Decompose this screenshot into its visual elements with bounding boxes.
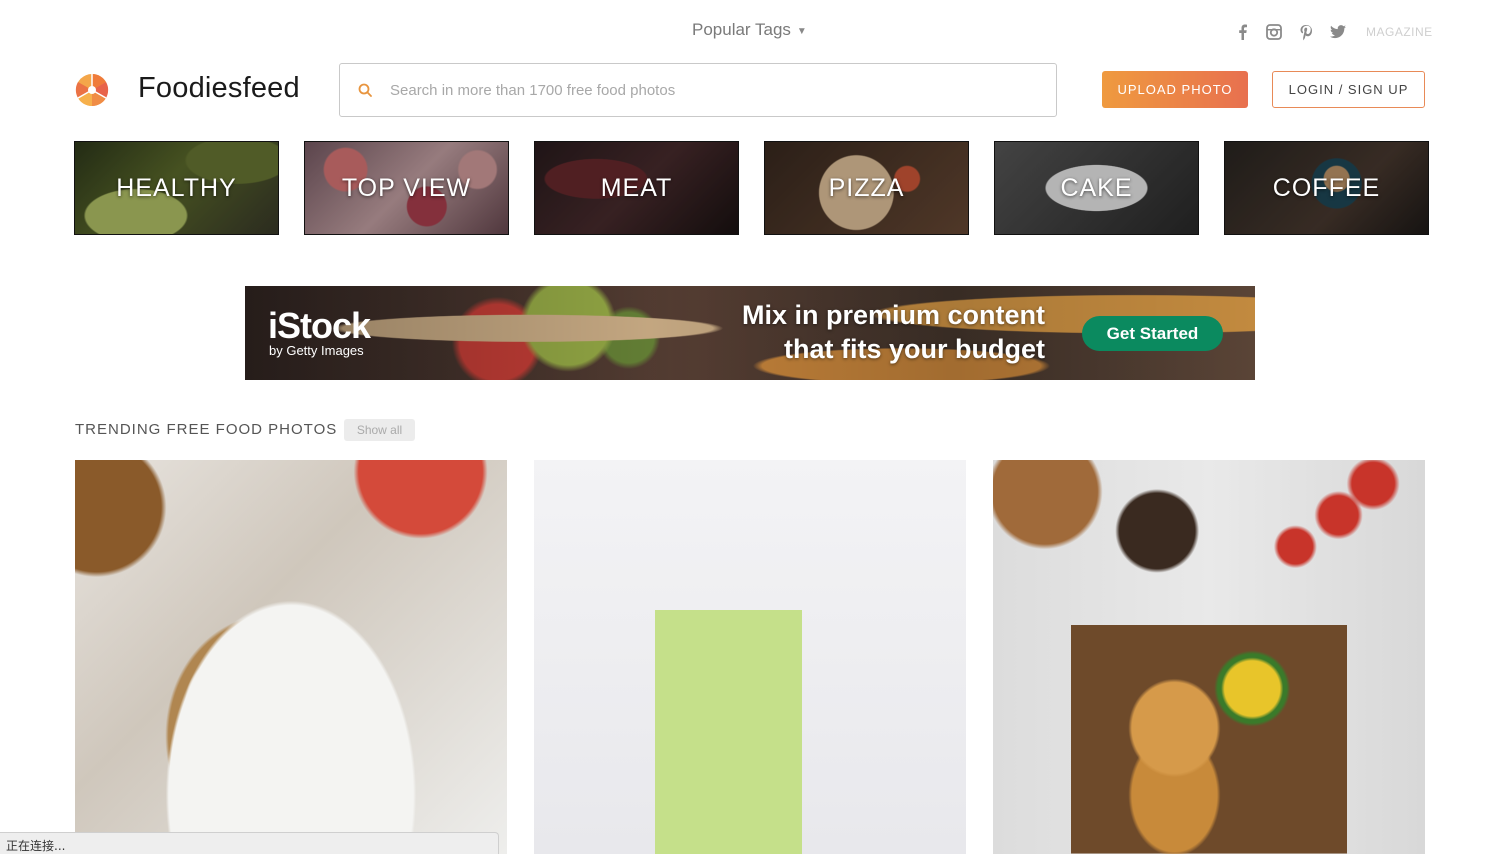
photo-card-lime-drink[interactable] <box>534 460 966 854</box>
category-label: HEALTHY <box>116 173 237 202</box>
istock-ad-banner[interactable]: iStock by Getty Images Mix in premium co… <box>245 286 1255 380</box>
instagram-icon[interactable] <box>1258 22 1290 42</box>
ad-headline-line-1: Mix in premium content <box>741 300 1045 330</box>
category-top-view[interactable]: TOP VIEW <box>304 141 509 235</box>
browser-status-bar: 正在连接... <box>0 832 499 854</box>
category-meat[interactable]: MEAT <box>534 141 739 235</box>
ad-headline: Mix in premium content that fits your bu… <box>715 298 1045 366</box>
category-coffee[interactable]: COFFEE <box>1224 141 1429 235</box>
ad-headline-line-2: that fits your budget <box>784 334 1045 364</box>
category-label: MEAT <box>600 173 673 202</box>
show-all-button[interactable]: Show all <box>344 419 415 441</box>
search-icon <box>340 83 390 97</box>
pinterest-icon[interactable] <box>1290 22 1322 42</box>
chevron-down-icon: ▼ <box>796 25 807 37</box>
photo-card-eggs-toast[interactable] <box>75 460 507 854</box>
search-bar <box>339 63 1057 117</box>
category-healthy[interactable]: HEALTHY <box>74 141 279 235</box>
login-signup-button[interactable]: LOGIN / SIGN UP <box>1272 71 1425 108</box>
istock-logo: iStock <box>268 305 371 346</box>
category-cake[interactable]: CAKE <box>994 141 1199 235</box>
upload-photo-button[interactable]: UPLOAD PHOTO <box>1102 71 1248 108</box>
popular-tags-dropdown[interactable]: Popular Tags ▼ <box>692 20 807 40</box>
get-started-button[interactable]: Get Started <box>1082 316 1223 351</box>
category-tiles: HEALTHY TOP VIEW MEAT PIZZA CAKE COFFEE <box>74 141 1429 235</box>
search-input[interactable] <box>390 81 1056 99</box>
category-pizza[interactable]: PIZZA <box>764 141 969 235</box>
category-label: PIZZA <box>828 173 905 202</box>
category-label: TOP VIEW <box>341 173 472 202</box>
trending-title: TRENDING FREE FOOD PHOTOS <box>75 421 338 438</box>
category-label: COFFEE <box>1272 173 1381 202</box>
popular-tags-label: Popular Tags <box>692 20 791 39</box>
facebook-icon[interactable] <box>1226 22 1258 42</box>
photo-card-burgers[interactable] <box>993 460 1425 854</box>
foodiesfeed-logo[interactable] <box>75 73 109 107</box>
twitter-icon[interactable] <box>1322 22 1354 42</box>
getty-images-label: by Getty Images <box>269 343 364 358</box>
category-label: CAKE <box>1060 173 1133 202</box>
brand-name[interactable]: Foodiesfeed <box>138 72 300 105</box>
social-links: MAGAZINE <box>1226 22 1433 42</box>
magazine-link[interactable]: MAGAZINE <box>1366 25 1433 39</box>
